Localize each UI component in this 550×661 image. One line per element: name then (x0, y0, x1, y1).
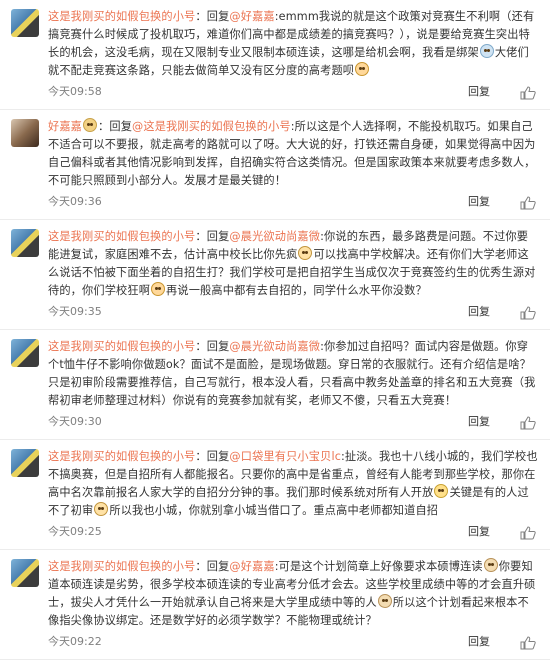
mention-link[interactable]: @晨光欲动尚嘉微 (229, 230, 320, 243)
username-link[interactable]: 这是我刚买的如假包换的小号 (48, 450, 195, 463)
mention-link[interactable]: @好嘉嘉 (229, 560, 274, 573)
avatar[interactable] (11, 229, 39, 257)
username-link[interactable]: 这是我刚买的如假包换的小号 (48, 10, 195, 23)
v-emoji-icon (434, 484, 449, 498)
comment-item: 这是我刚买的如假包换的小号：回复@晨光欲动尚嘉微:你说的东西，最多路费是问题。不… (0, 220, 550, 330)
avatar[interactable] (11, 9, 39, 37)
like-icon[interactable] (520, 196, 536, 210)
comment-item: 这是我刚买的如假包换的小号：回复@口袋里有只小宝贝lc:扯淡。我也十八线小城的，… (0, 440, 550, 550)
comment-item: 这是我刚买的如假包换的小号：回复@好嘉嘉:emmm我说的就是这个政策对竞赛生不利… (0, 0, 550, 110)
sad-emoji-icon (355, 62, 370, 76)
comment-item: 好嘉嘉 ：回复@这是我刚买的如假包换的小号:所以这是个人选择啊，不能投机取巧。如果… (0, 110, 550, 220)
comment-time: 今天09:35 (48, 305, 102, 318)
avatar[interactable] (11, 449, 39, 477)
think-emoji-icon (483, 558, 498, 572)
comment-body: :可是这个计划简章上好像要求本硕博连读 (274, 560, 483, 573)
comment-time: 今天09:25 (48, 525, 102, 538)
comment-list: 这是我刚买的如假包换的小号：回复@好嘉嘉:emmm我说的就是这个政策对竞赛生不利… (0, 0, 550, 660)
comment-text: 好嘉嘉 ：回复@这是我刚买的如假包换的小号:所以这是个人选择啊，不能投机取巧。如果… (48, 118, 536, 187)
comment-time: 今天09:36 (48, 195, 102, 208)
reply-button[interactable]: 回复 (468, 413, 490, 429)
comment-text: 这是我刚买的如假包换的小号：回复@口袋里有只小宝贝lc:扯淡。我也十八线小城的，… (48, 450, 538, 517)
like-icon[interactable] (520, 526, 536, 540)
comment-time: 今天09:22 (48, 635, 102, 648)
comment-text: 这是我刚买的如假包换的小号：回复@好嘉嘉:emmm我说的就是这个政策对竞赛生不利… (48, 10, 535, 77)
comment-item: 这是我刚买的如假包换的小号：回复@晨光欲动尚嘉微:你参加过自招吗？面试内容是做题… (0, 330, 550, 440)
comment-time: 今天09:58 (48, 85, 102, 98)
mention-link[interactable]: @好嘉嘉 (229, 10, 274, 23)
reply-button[interactable]: 回复 (468, 193, 490, 209)
like-icon[interactable] (520, 306, 536, 320)
comment-body: 所以我也小城，你就别拿小城当借口了。重点高中老师都知道自招 (109, 504, 439, 517)
like-icon[interactable] (520, 86, 536, 100)
cry-emoji-icon (479, 44, 494, 58)
sweat-emoji-icon (94, 502, 109, 516)
username-link[interactable]: 这是我刚买的如假包换的小号 (48, 560, 195, 573)
comment-body: 再说一般高中都有去自招的，同学什么水平你没数？ (166, 284, 427, 297)
avatar[interactable] (11, 559, 39, 587)
reply-button[interactable]: 回复 (468, 523, 490, 539)
avatar[interactable] (11, 119, 39, 147)
username-link[interactable]: 好嘉嘉 (48, 120, 82, 133)
comment-text: 这是我刚买的如假包换的小号：回复@晨光欲动尚嘉微:你参加过自招吗？面试内容是做题… (48, 340, 536, 407)
like-icon[interactable] (520, 416, 536, 430)
comment-text: 这是我刚买的如假包换的小号：回复@好嘉嘉:可是这个计划简章上好像要求本硕博连读你… (48, 558, 536, 627)
sad-emoji-icon (151, 282, 166, 296)
mention-link[interactable]: @这是我刚买的如假包换的小号 (132, 120, 291, 133)
reply-button[interactable]: 回复 (468, 303, 490, 319)
mention-link[interactable]: @晨光欲动尚嘉微 (229, 340, 320, 353)
avatar[interactable] (11, 339, 39, 367)
username-link[interactable]: 这是我刚买的如假包换的小号 (48, 340, 195, 353)
laugh-emoji-icon (83, 118, 98, 132)
sweat-emoji-icon (298, 246, 313, 260)
mention-link[interactable]: @口袋里有只小宝贝lc (229, 450, 341, 463)
username-link[interactable]: 这是我刚买的如假包换的小号 (48, 230, 195, 243)
comment-time: 今天09:30 (48, 415, 102, 428)
think-emoji-icon (377, 594, 392, 608)
reply-button[interactable]: 回复 (468, 83, 490, 99)
like-icon[interactable] (520, 636, 536, 650)
comment-text: 这是我刚买的如假包换的小号：回复@晨光欲动尚嘉微:你说的东西，最多路费是问题。不… (48, 230, 536, 297)
reply-button[interactable]: 回复 (468, 633, 490, 649)
comment-item: 这是我刚买的如假包换的小号：回复@好嘉嘉:可是这个计划简章上好像要求本硕博连读你… (0, 550, 550, 660)
